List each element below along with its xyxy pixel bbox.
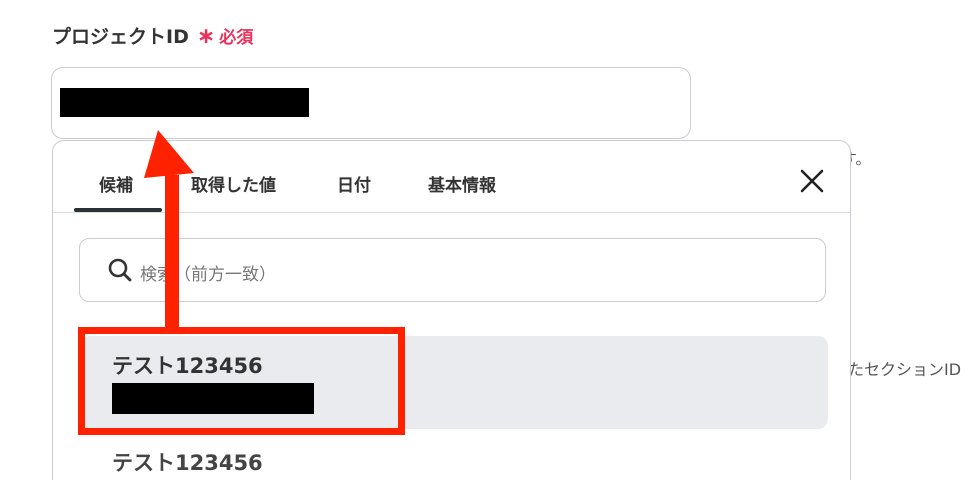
tab-date[interactable]: 日付 bbox=[337, 171, 371, 196]
background-hint-2: たセクションID bbox=[848, 360, 962, 379]
search-box[interactable]: 検索（前方一致） bbox=[79, 238, 826, 302]
tab-retrieved-values[interactable]: 取得した値 bbox=[191, 171, 276, 196]
option-item[interactable]: テスト123456 bbox=[79, 437, 828, 480]
required-star: ∗ bbox=[196, 24, 216, 49]
close-icon[interactable] bbox=[798, 167, 826, 195]
tab-basic-info[interactable]: 基本情報 bbox=[428, 171, 496, 196]
redacted-value bbox=[60, 88, 309, 117]
option-title: テスト123456 bbox=[112, 451, 263, 475]
search-icon bbox=[107, 257, 133, 283]
project-id-input[interactable] bbox=[51, 67, 691, 139]
tab-candidates[interactable]: 候補 bbox=[99, 171, 133, 196]
popup-tabs: 候補 取得した値 日付 基本情報 bbox=[53, 141, 850, 213]
field-label: プロジェクトID ∗ 必須 bbox=[52, 22, 253, 49]
field-label-text: プロジェクトID bbox=[52, 26, 189, 48]
highlight-box bbox=[78, 327, 405, 435]
active-tab-indicator bbox=[74, 208, 162, 212]
search-placeholder: 検索（前方一致） bbox=[140, 265, 276, 285]
required-text: 必須 bbox=[219, 28, 254, 48]
